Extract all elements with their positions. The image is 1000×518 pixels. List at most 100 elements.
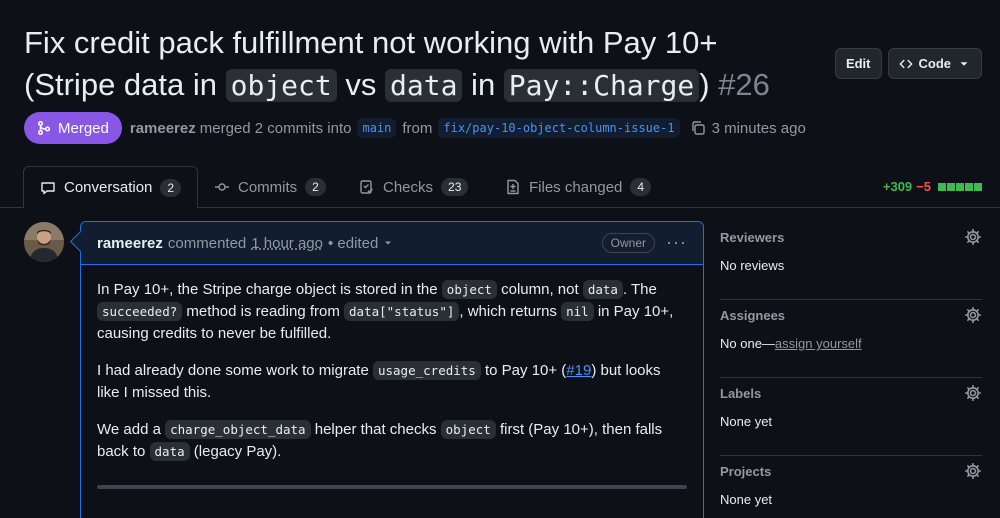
diffstat-blocks (938, 182, 982, 191)
section-title: Projects (720, 464, 772, 479)
diffstat-block (974, 182, 982, 191)
comment-card: rameerez commented 1 hour ago • edited O… (80, 221, 704, 518)
author-link[interactable]: rameerez (130, 120, 196, 137)
section-value: No one—assign yourself (720, 336, 982, 351)
section-title: Labels (720, 386, 762, 401)
text: method is reading from (182, 303, 345, 320)
title-text: vs (336, 67, 385, 102)
text: I had already done some work to migrate (97, 362, 373, 379)
code-label: Code (918, 56, 952, 71)
tab-count: 4 (630, 178, 652, 196)
inline-code: usage_credits (372, 361, 481, 380)
inline-code: data (582, 280, 623, 299)
text: helper that checks (310, 421, 441, 438)
assign-yourself-link[interactable]: assign yourself (775, 336, 862, 351)
tab-files-changed[interactable]: Files changed 4 (505, 166, 652, 208)
section-value: None yet (720, 492, 773, 507)
base-branch[interactable]: main (357, 118, 397, 138)
text: column, not (496, 281, 583, 298)
title-code: Pay::Charge (503, 69, 700, 102)
inline-code: data (149, 442, 190, 461)
tab-count: 23 (441, 178, 469, 196)
text: (legacy Pay). (189, 443, 282, 460)
sidebar: Reviewers No reviews Assignees No one—as… (720, 222, 982, 518)
avatar[interactable] (24, 222, 64, 262)
comment-action: commented (167, 234, 247, 252)
edited-label[interactable]: • edited (328, 235, 378, 252)
comment-header: rameerez commented 1 hour ago • edited O… (81, 222, 703, 265)
chevron-down-icon[interactable] (382, 237, 394, 249)
tab-label: Checks (383, 178, 434, 196)
comment-paragraph: I had already done some work to migrate … (97, 360, 687, 404)
inline-code: data["status"] (344, 302, 460, 321)
text: We add a (97, 421, 166, 438)
code-icon (899, 59, 912, 68)
title-code: data (385, 69, 463, 102)
sidebar-reviewers: Reviewers No reviews (720, 222, 982, 300)
gear-icon[interactable] (964, 306, 982, 324)
code-button[interactable]: Code (887, 48, 982, 79)
section-value: None yet (720, 414, 773, 429)
assignees-value: No one— (720, 336, 775, 351)
avatar-image (24, 222, 64, 262)
comment-author[interactable]: rameerez (97, 235, 163, 252)
edit-label: Edit (845, 56, 871, 71)
section-value: No reviews (720, 258, 785, 273)
title-code: object (225, 69, 337, 102)
merge-time: 3 minutes ago (711, 119, 806, 137)
tab-commits[interactable]: Commits 2 (214, 166, 326, 208)
merge-text: merged 2 commits into (199, 119, 352, 137)
file-diff-icon (507, 179, 519, 195)
tab-count: 2 (160, 178, 182, 197)
sidebar-projects: Projects None yet (720, 456, 982, 518)
text: In Pay 10+, the Stripe charge object is … (97, 281, 442, 298)
gear-icon[interactable] (964, 228, 982, 246)
copy-icon[interactable] (690, 120, 706, 136)
diffstat: +309 −5 (883, 179, 982, 194)
pr-tabs: Conversation 2 Commits 2 Checks 23 Files… (0, 166, 1000, 209)
comment-paragraph: We add a charge_object_data helper that … (97, 419, 687, 463)
comment-body: In Pay 10+, the Stripe charge object is … (81, 265, 703, 492)
title-text: (Stripe data in (24, 67, 226, 102)
section-title: Assignees (720, 308, 786, 323)
section-title: Reviewers (720, 230, 785, 245)
page-title: Fix credit pack fulfillment not working … (24, 22, 824, 107)
gear-icon[interactable] (964, 462, 982, 480)
sidebar-labels: Labels None yet (720, 378, 982, 456)
inline-code: object (440, 420, 496, 439)
gear-icon[interactable] (964, 384, 982, 402)
checklist-icon (360, 180, 373, 194)
diffstat-block (947, 182, 955, 191)
title-text: ) (699, 67, 710, 102)
text: . The (622, 281, 657, 298)
owner-badge: Owner (601, 233, 655, 253)
tab-checks[interactable]: Checks 23 (359, 166, 469, 208)
comment-time[interactable]: 1 hour ago (251, 235, 323, 252)
status-label: Merged (58, 119, 109, 137)
title-text: Fix credit pack fulfillment not working … (24, 25, 718, 60)
chevron-down-icon (960, 61, 968, 66)
text: to Pay 10+ ( (480, 362, 567, 379)
head-branch[interactable]: fix/pay-10-object-column-issue-1 (438, 118, 680, 138)
tab-count: 2 (305, 178, 326, 196)
inline-code: charge_object_data (165, 420, 311, 439)
from-text: from (402, 119, 433, 137)
sidebar-assignees: Assignees No one—assign yourself (720, 300, 982, 378)
deletions-count: −5 (916, 179, 931, 194)
diffstat-block (938, 182, 946, 191)
diffstat-block (965, 182, 973, 191)
pr-meta: Merged rameerez merged 2 commits into ma… (24, 112, 806, 144)
diffstat-block (956, 182, 964, 191)
edit-button[interactable]: Edit (834, 48, 882, 79)
kebab-icon[interactable]: ··· (666, 232, 687, 253)
issue-link[interactable]: #19 (566, 362, 591, 379)
tab-label: Conversation (64, 179, 153, 196)
status-badge: Merged (24, 112, 122, 144)
tab-label: Files changed (529, 178, 623, 196)
git-merge-icon (37, 120, 51, 136)
comment-icon (41, 181, 55, 194)
horizontal-rule (97, 485, 687, 489)
header-actions: Edit Code (834, 48, 982, 79)
pr-number: #26 (718, 67, 770, 102)
tab-conversation[interactable]: Conversation 2 (23, 166, 199, 209)
